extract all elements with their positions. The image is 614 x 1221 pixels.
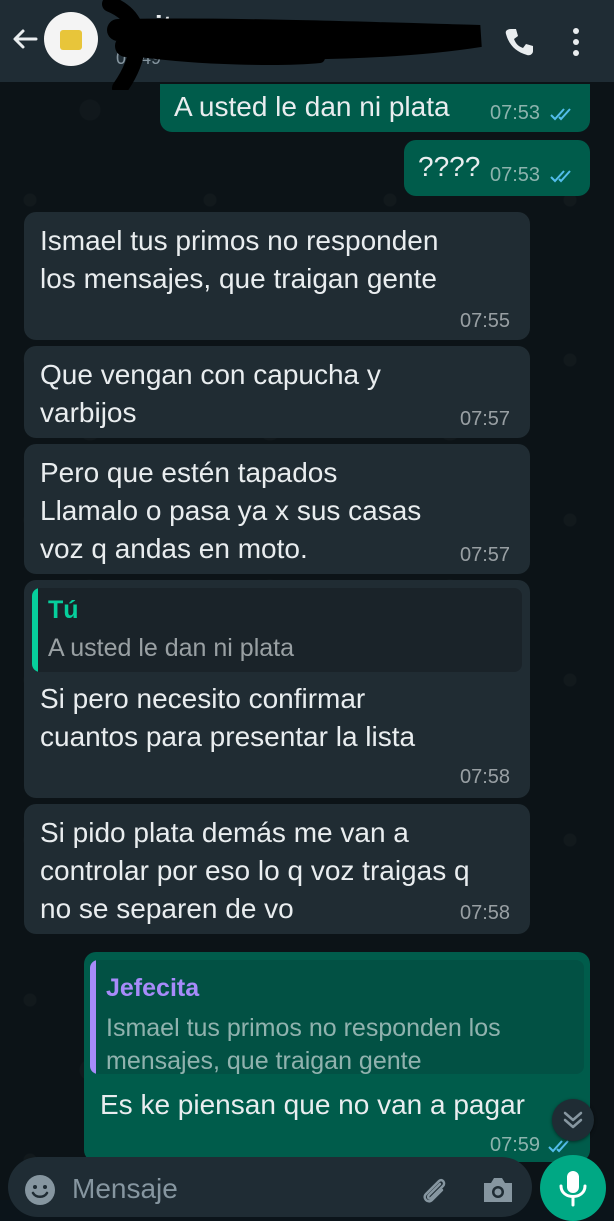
mic-button[interactable] (540, 1155, 606, 1221)
attach-icon[interactable] (418, 1174, 450, 1206)
message-bubble-outgoing[interactable]: Jefecita Ismael tus primos no responden … (84, 952, 590, 1162)
message-bubble-incoming[interactable]: Pero que estén tapados Llamalo o pasa ya… (24, 444, 530, 574)
message-bubble-outgoing[interactable]: A usted le dan ni plata 07:53 (160, 84, 590, 132)
quoted-message[interactable]: Tú A usted le dan ni plata (32, 588, 522, 672)
message-text: A usted le dan ni plata (174, 91, 450, 122)
double-check-icon (550, 108, 571, 121)
avatar-logo (60, 30, 82, 50)
message-bubble-incoming[interactable]: Si pido plata demás me van a controlar p… (24, 804, 530, 934)
message-bubble-outgoing[interactable]: ???? 07:53 (404, 140, 590, 196)
scroll-down-button[interactable] (552, 1099, 594, 1141)
quote-author: Jefecita (106, 974, 200, 1002)
message-time: 07:53 (490, 164, 541, 186)
message-bubble-incoming[interactable]: Tú A usted le dan ni plata Si pero neces… (24, 580, 530, 798)
scroll-down-icon (563, 1111, 583, 1129)
message-time: 07:57 (460, 544, 511, 566)
message-text: Es ke piensan que no van a pagar (100, 1089, 525, 1120)
message-input[interactable]: Mensaje (72, 1173, 178, 1205)
message-text: Si pido plata demás me van a controlar p… (40, 817, 470, 924)
quote-text: Ismael tus primos no responden los mensa… (106, 1014, 501, 1074)
message-text: Ismael tus primos no responden los mensa… (40, 225, 439, 294)
camera-icon[interactable] (480, 1174, 516, 1206)
message-bubble-incoming[interactable]: Ismael tus primos no responden los mensa… (24, 212, 530, 340)
message-bubble-incoming[interactable]: Que vengan con capucha y varbijos 07:57 (24, 346, 530, 438)
redaction-scribble (102, 0, 482, 90)
quote-bar (90, 960, 96, 1074)
quote-author: Tú (48, 596, 79, 624)
message-text: Que vengan con capucha y varbijos (40, 359, 381, 428)
chat-header: Je ita 09:49 (0, 0, 614, 90)
back-arrow-icon[interactable] (10, 24, 40, 54)
mic-icon (559, 1171, 587, 1207)
message-time: 07:57 (460, 408, 511, 430)
more-vert-icon[interactable] (566, 26, 586, 58)
double-check-icon (550, 170, 571, 183)
phone-icon[interactable] (503, 26, 535, 58)
emoji-icon[interactable] (22, 1172, 58, 1208)
quote-bar (32, 588, 38, 672)
message-time: 07:59 (490, 1134, 541, 1156)
message-time: 07:55 (460, 310, 511, 332)
message-text: Si pero necesito confirmar cuantos para … (40, 683, 416, 752)
message-text: Pero que estén tapados Llamalo o pasa ya… (40, 457, 422, 564)
message-time: 07:58 (460, 766, 511, 788)
message-time: 07:53 (490, 102, 541, 124)
quoted-message[interactable]: Jefecita Ismael tus primos no responden … (90, 960, 584, 1074)
message-text: ???? (418, 151, 481, 182)
message-time: 07:58 (460, 902, 511, 924)
quote-text: A usted le dan ni plata (48, 634, 295, 662)
